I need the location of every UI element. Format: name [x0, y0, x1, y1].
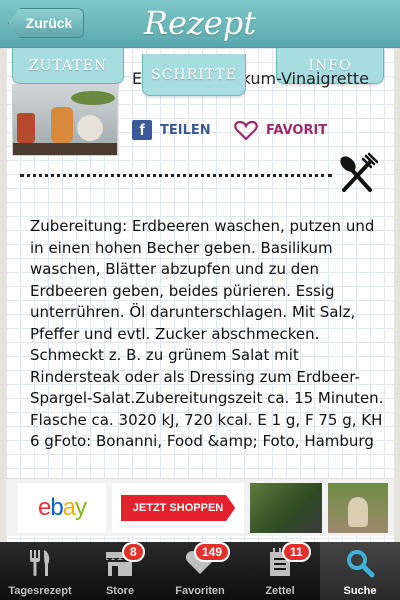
ad-banner[interactable]: ebay JETZT SHOPPEN: [6, 478, 394, 536]
tabbar-label: Favoriten: [175, 585, 225, 597]
zettel-badge: 11: [282, 542, 311, 562]
ad-image-furniture[interactable]: [250, 483, 322, 533]
tab-schritte[interactable]: SCHRITTE: [142, 54, 246, 96]
recipe-steps-text: Zubereitung: Erdbeeren waschen, putzen u…: [30, 217, 384, 450]
tabbar-item-tagesrezept[interactable]: Tagesrezept: [0, 542, 80, 600]
search-icon: [347, 550, 375, 578]
store-badge: 8: [122, 542, 145, 562]
share-button[interactable]: f TEILEN: [132, 120, 211, 140]
shop-now-ad[interactable]: JETZT SHOPPEN: [112, 483, 244, 533]
tabbar-item-favoriten[interactable]: 149 Favoriten: [160, 542, 240, 600]
favorites-badge: 149: [194, 542, 231, 562]
tabbar-label: Zettel: [265, 585, 295, 597]
heart-outline-icon: [234, 120, 258, 140]
bottom-tab-bar: Tagesrezept 8 Store 149 Favoriten 11 Zet…: [0, 542, 400, 600]
tab-zutaten[interactable]: ZUTATEN: [12, 48, 124, 84]
facebook-icon: f: [132, 120, 152, 140]
tabbar-label: Store: [105, 585, 135, 597]
page-title: Rezept: [143, 4, 257, 42]
ebay-logo[interactable]: ebay: [18, 483, 106, 533]
tabbar-item-store[interactable]: 8 Store: [80, 542, 160, 600]
favorite-label: FAVORIT: [266, 122, 328, 138]
cutlery-icon: [30, 550, 50, 576]
favorite-button[interactable]: FAVORIT: [234, 120, 327, 140]
tabbar-item-suche[interactable]: Suche: [320, 542, 400, 600]
share-label: TEILEN: [160, 122, 211, 138]
tabbar-label: Suche: [343, 585, 377, 597]
dotted-divider: [20, 174, 332, 177]
ad-image-statue[interactable]: [328, 483, 388, 533]
navigation-bar: Zurück Rezept: [0, 0, 400, 48]
recipe-image: [12, 84, 118, 156]
cutlery-icon: [340, 152, 379, 192]
shop-now-button[interactable]: JETZT SHOPPEN: [120, 495, 236, 521]
tabbar-item-zettel[interactable]: 11 Zettel: [240, 542, 320, 600]
tabbar-label: Tagesrezept: [8, 585, 72, 597]
